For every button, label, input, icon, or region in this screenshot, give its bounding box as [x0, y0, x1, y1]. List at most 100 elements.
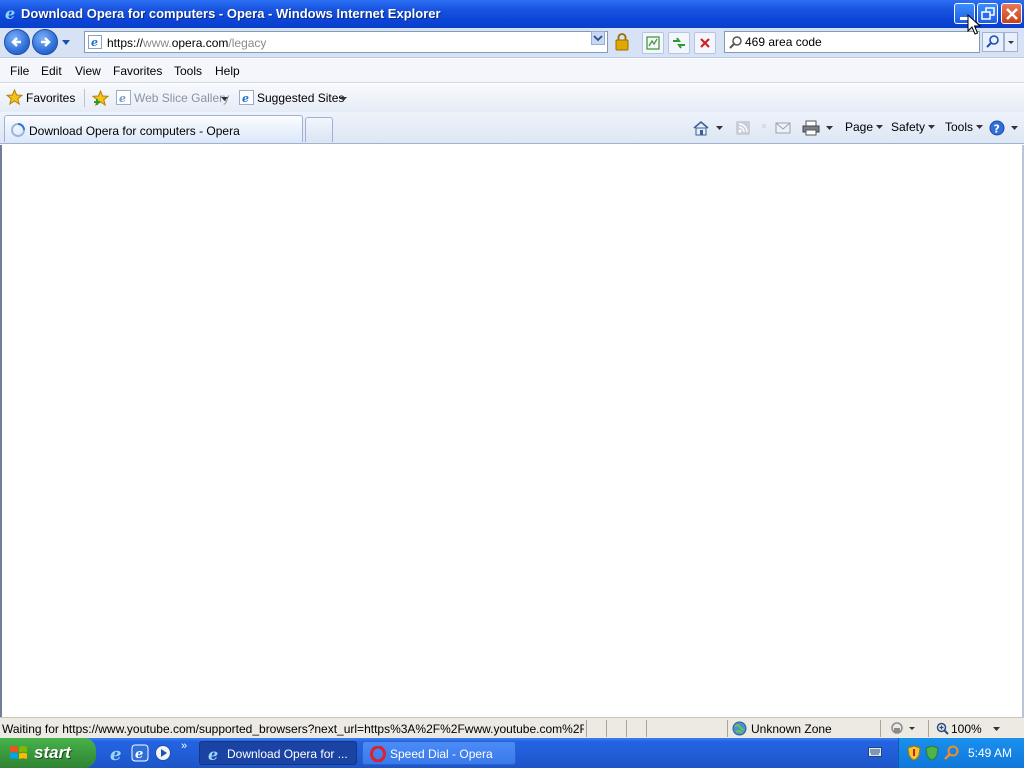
address-dropdown-button[interactable]	[591, 31, 605, 45]
svg-text:e: e	[135, 747, 143, 762]
status-separator	[727, 720, 728, 737]
chevron-down-icon	[993, 727, 1000, 731]
menu-edit[interactable]: Edit	[41, 64, 62, 78]
web-slice-gallery-link[interactable]: e Web Slice Gallery	[116, 89, 232, 107]
svg-text:e: e	[242, 92, 249, 105]
compatibility-view-icon	[646, 36, 660, 50]
network-icon[interactable]	[925, 745, 939, 761]
read-mail-button[interactable]	[775, 120, 791, 134]
tab-download-opera[interactable]: Download Opera for computers - Opera	[4, 115, 303, 142]
status-separator	[586, 720, 587, 737]
zoom-level: 100%	[951, 722, 982, 736]
status-separator	[626, 720, 627, 737]
stop-icon	[700, 38, 710, 48]
start-button[interactable]: start	[0, 738, 96, 768]
menu-tools[interactable]: Tools	[174, 64, 202, 78]
menu-file[interactable]: File	[10, 64, 29, 78]
chevron-down-icon	[340, 97, 347, 101]
lock-icon[interactable]	[612, 32, 632, 52]
internet-explorer-icon[interactable]: e	[108, 744, 126, 762]
svg-text:e: e	[5, 5, 15, 21]
address-bar[interactable]: e https://www.opera.com/legacy	[84, 31, 608, 53]
internet-explorer-icon: e	[5, 5, 15, 21]
search-input[interactable]	[745, 34, 975, 50]
svg-text:e: e	[91, 36, 98, 49]
back-button[interactable]	[4, 29, 30, 55]
arrow-right-icon	[41, 37, 51, 47]
security-shield-icon[interactable]	[907, 745, 921, 761]
chevron-down-icon	[1011, 125, 1019, 130]
internet-explorer-alt-icon[interactable]: e	[131, 744, 149, 762]
restore-icon	[981, 7, 995, 20]
home-button[interactable]	[692, 120, 724, 136]
title-bar: e Download Opera for computers - Opera -…	[0, 0, 1024, 28]
status-separator	[928, 720, 929, 737]
page-menu-button[interactable]: Page	[845, 120, 884, 134]
keyboard-icon[interactable]	[868, 746, 882, 758]
rss-feed-icon	[736, 121, 750, 135]
internet-explorer-icon: e	[239, 90, 254, 105]
menu-help[interactable]: Help	[215, 64, 240, 78]
system-tray: 5:49 AM	[898, 738, 1024, 768]
security-zone-label: Unknown Zone	[751, 722, 832, 736]
new-tab-button[interactable]	[305, 117, 333, 142]
tools-menu-label: Tools	[945, 120, 974, 134]
help-icon: ?	[989, 120, 1005, 136]
tab-label: Download Opera for computers - Opera	[29, 124, 240, 138]
recent-pages-dropdown-icon[interactable]	[61, 37, 71, 47]
chevron-down-icon	[826, 125, 834, 130]
svg-text:?: ?	[994, 123, 1000, 136]
taskbar-item-ie[interactable]: e Download Opera for ...	[199, 741, 357, 765]
protected-mode-button[interactable]	[890, 721, 916, 739]
home-icon	[693, 120, 709, 136]
favorites-bar: Favorites e Web Slice Gallery e Suggeste…	[0, 84, 1024, 112]
start-label: start	[34, 743, 71, 762]
chevron-down-icon	[593, 35, 603, 42]
svg-text:e: e	[110, 744, 121, 762]
clock: 5:49 AM	[968, 746, 1013, 760]
print-button[interactable]	[802, 120, 834, 136]
chevron-down-icon	[221, 97, 228, 101]
page-menu-label: Page	[845, 120, 874, 134]
loading-icon	[11, 123, 25, 137]
svg-text:e: e	[119, 92, 126, 105]
media-player-icon[interactable]	[154, 744, 172, 762]
status-text: Waiting for https://www.youtube.com/supp…	[2, 722, 584, 736]
page-content[interactable]	[0, 145, 1024, 717]
refresh-button[interactable]	[668, 32, 690, 54]
chevron-down-icon	[876, 125, 884, 130]
suggested-sites-label: Suggested Sites	[257, 91, 345, 105]
command-separator	[762, 124, 766, 128]
taskbar-item-label: Speed Dial - Opera	[390, 747, 493, 761]
compatibility-view-button[interactable]	[642, 32, 664, 54]
menu-favorites[interactable]: Favorites	[113, 64, 162, 78]
close-window-button[interactable]	[1001, 3, 1022, 24]
help-button[interactable]: ?	[989, 120, 1019, 136]
chevron-down-icon	[976, 125, 984, 130]
window-title: Download Opera for computers - Opera - W…	[21, 6, 441, 21]
search-icon[interactable]	[944, 745, 960, 761]
arrow-left-icon	[11, 37, 21, 47]
navigation-bar: e https://www.opera.com/legacy	[0, 28, 1024, 58]
forward-button[interactable]	[32, 29, 58, 55]
menu-bar: File Edit View Favorites Tools Help	[0, 59, 1024, 83]
page-icon: e	[88, 35, 102, 49]
add-to-favorites-icon[interactable]	[92, 90, 109, 107]
taskbar-item-opera[interactable]: Speed Dial - Opera	[362, 741, 516, 765]
search-box[interactable]	[724, 31, 980, 53]
menu-view[interactable]: View	[75, 64, 101, 78]
url-text[interactable]: https://www.opera.com/legacy	[107, 36, 266, 50]
suggested-sites-link[interactable]: e Suggested Sites	[239, 89, 349, 107]
status-separator	[880, 720, 881, 737]
search-options-button[interactable]	[1004, 32, 1018, 52]
safety-menu-label: Safety	[891, 120, 926, 134]
quick-launch-expand-icon[interactable]: »	[181, 740, 187, 752]
tools-menu-button[interactable]: Tools	[945, 120, 984, 134]
search-go-button[interactable]	[982, 32, 1004, 52]
status-separator	[646, 720, 647, 737]
star-icon	[6, 89, 23, 106]
stop-button[interactable]	[694, 32, 716, 54]
feeds-button[interactable]	[735, 120, 751, 135]
mouse-cursor-icon	[967, 14, 981, 35]
safety-menu-button[interactable]: Safety	[891, 120, 936, 134]
